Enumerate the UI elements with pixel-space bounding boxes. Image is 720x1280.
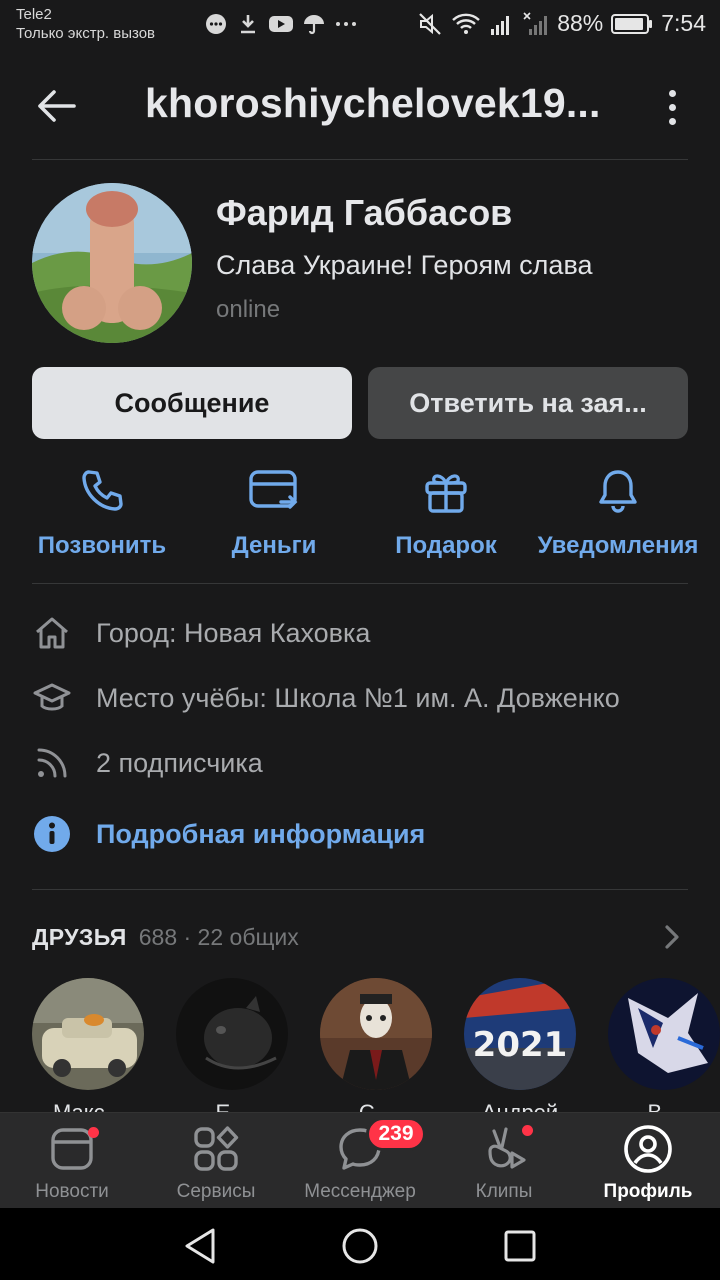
mute-icon	[417, 11, 443, 37]
more-options-button[interactable]	[655, 82, 689, 132]
online-indicator: online	[216, 296, 281, 323]
notifications-label: Уведомления	[537, 532, 699, 559]
friend-avatar[interactable]	[176, 978, 288, 1090]
unread-dot	[522, 1125, 533, 1136]
notification-icons	[204, 12, 358, 36]
profile-name: Фарид Габбасов	[216, 192, 513, 233]
call-action[interactable]: Позвонить	[12, 464, 192, 560]
square-recents-icon	[504, 1230, 536, 1262]
divider	[32, 583, 688, 584]
reply-request-button[interactable]: Ответить на зая...	[368, 367, 688, 439]
notifications-action[interactable]: Уведомления	[528, 464, 708, 560]
phone-icon	[77, 464, 127, 518]
more-vertical-icon	[668, 89, 676, 97]
tab-services-label: Сервисы	[176, 1181, 256, 1202]
system-status: 88% 7:54	[417, 10, 706, 37]
profile-header: khoroshiychelovek19...	[0, 52, 720, 160]
messenger-unread-badge: 239	[366, 1117, 426, 1151]
nav-recents-button[interactable]	[500, 1226, 540, 1266]
more-dots-icon	[334, 12, 358, 36]
arrow-left-icon	[38, 90, 76, 122]
profile-icon	[623, 1123, 673, 1175]
tab-news-label: Новости	[35, 1181, 109, 1202]
unread-dot	[88, 1127, 99, 1138]
friend-avatar[interactable]: 2021	[464, 978, 576, 1090]
carrier-note: Только экстр. вызов	[16, 25, 156, 42]
money-action[interactable]: Деньги	[184, 464, 364, 560]
followers-text: 2 подписчика	[96, 747, 263, 778]
info-icon	[32, 814, 72, 854]
nav-back-button[interactable]	[180, 1226, 220, 1266]
money-transfer-icon	[247, 464, 301, 518]
battery-percent: 88%	[557, 10, 604, 36]
friend-avatar[interactable]	[32, 978, 144, 1090]
tab-clips-label: Клипы	[475, 1181, 533, 1202]
divider	[32, 889, 688, 890]
profile-avatar[interactable]	[32, 183, 192, 343]
download-icon	[236, 12, 260, 36]
youtube-icon	[268, 12, 294, 36]
school-text: Место учёбы: Школа №1 им. А. Довженко	[96, 682, 620, 713]
school-row: Место учёбы: Школа №1 им. А. Довженко	[32, 673, 688, 723]
city-row: Город: Новая Каховка	[32, 608, 688, 658]
status-bar: Tele2 Только экстр. вызов 88% 7:54	[0, 0, 720, 52]
bottom-tab-bar: Новости Сервисы Мессенджер Клипы Профиль	[0, 1112, 720, 1208]
clips-icon	[480, 1123, 533, 1175]
bell-icon	[593, 464, 643, 518]
circle-home-icon	[342, 1228, 378, 1264]
education-cap-icon	[32, 678, 72, 718]
battery-icon	[611, 13, 653, 35]
call-label: Позвонить	[37, 532, 167, 559]
friends-header[interactable]: ДРУЗЬЯ 688 · 22 общих	[32, 918, 688, 956]
carrier-info: Tele2 Только экстр. вызов	[16, 5, 155, 43]
carrier-name: Tele2	[16, 6, 52, 23]
services-icon	[192, 1123, 240, 1175]
svg-text:2021: 2021	[473, 1025, 568, 1065]
umbrella-icon	[302, 12, 326, 36]
message-button[interactable]: Сообщение	[32, 367, 352, 439]
tab-messenger-label: Мессенджер	[304, 1181, 416, 1202]
friends-title: ДРУЗЬЯ	[32, 923, 127, 950]
money-label: Деньги	[231, 532, 317, 559]
system-navigation-bar	[0, 1208, 720, 1280]
wifi-icon	[451, 12, 481, 36]
clock: 7:54	[661, 10, 706, 36]
chevron-right-icon	[662, 922, 682, 957]
friend-avatar[interactable]	[320, 978, 432, 1090]
profile-status-text: Слава Украине! Героям слава	[216, 250, 593, 280]
back-button[interactable]	[30, 80, 82, 132]
profile-actions: Позвонить Деньги Подарок Уведомления	[0, 464, 720, 564]
gift-icon	[421, 464, 471, 518]
friends-count: 688 · 22 общих	[138, 923, 299, 950]
triangle-back-icon	[185, 1228, 215, 1264]
chat-bubble-icon	[204, 12, 228, 36]
rss-icon	[32, 743, 72, 783]
gift-action[interactable]: Подарок	[356, 464, 536, 560]
signal-icon	[489, 11, 515, 37]
tab-services[interactable]: Сервисы	[144, 1123, 288, 1203]
signal-no-service-icon	[523, 11, 549, 37]
tab-news[interactable]: Новости	[0, 1123, 144, 1203]
details-link: Подробная информация	[96, 818, 426, 849]
city-text: Город: Новая Каховка	[96, 617, 371, 648]
divider	[32, 159, 688, 160]
home-icon	[32, 613, 72, 653]
nav-home-button[interactable]	[340, 1226, 380, 1266]
friend-avatar[interactable]	[608, 978, 720, 1090]
tab-clips[interactable]: Клипы	[432, 1123, 576, 1203]
details-row[interactable]: Подробная информация	[32, 809, 688, 859]
page-title: khoroshiychelovek19...	[145, 80, 601, 126]
followers-row[interactable]: 2 подписчика	[32, 738, 688, 788]
gift-label: Подарок	[395, 532, 497, 559]
tab-profile[interactable]: Профиль	[576, 1123, 720, 1203]
tab-profile-label: Профиль	[603, 1181, 693, 1202]
news-icon	[48, 1123, 99, 1175]
